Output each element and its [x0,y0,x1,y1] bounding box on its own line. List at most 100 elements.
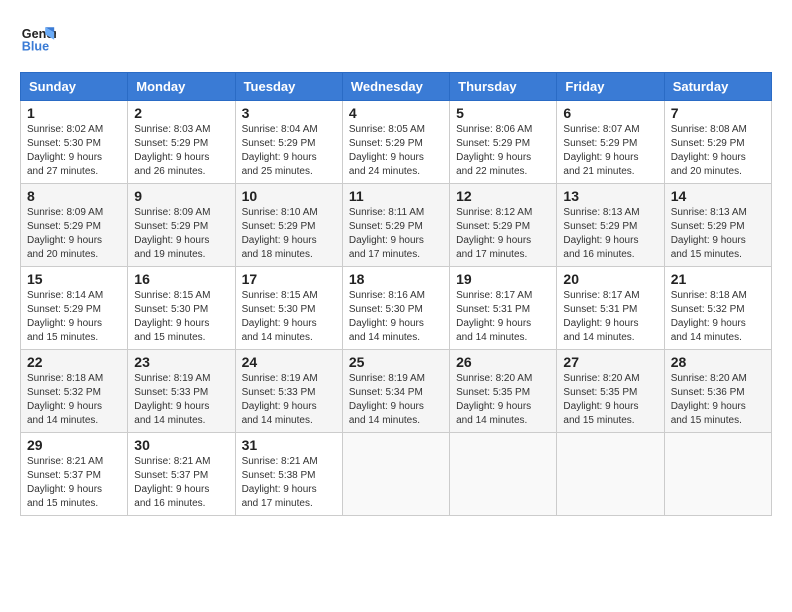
day-number: 26 [456,354,550,370]
day-info: Sunrise: 8:13 AM Sunset: 5:29 PM Dayligh… [563,206,657,262]
day-info: Sunrise: 8:07 AM Sunset: 5:29 PM Dayligh… [563,123,657,179]
calendar-cell: 6 Sunrise: 8:07 AM Sunset: 5:29 PM Dayli… [557,101,664,184]
calendar-cell: 10 Sunrise: 8:10 AM Sunset: 5:29 PM Dayl… [235,184,342,267]
day-number: 30 [134,437,228,453]
calendar-cell: 31 Sunrise: 8:21 AM Sunset: 5:38 PM Dayl… [235,433,342,516]
day-number: 9 [134,188,228,204]
day-number: 15 [27,271,121,287]
calendar-cell: 29 Sunrise: 8:21 AM Sunset: 5:37 PM Dayl… [21,433,128,516]
day-number: 28 [671,354,765,370]
day-info: Sunrise: 8:08 AM Sunset: 5:29 PM Dayligh… [671,123,765,179]
day-info: Sunrise: 8:19 AM Sunset: 5:33 PM Dayligh… [242,372,336,428]
day-number: 4 [349,105,443,121]
day-number: 21 [671,271,765,287]
day-info: Sunrise: 8:20 AM Sunset: 5:36 PM Dayligh… [671,372,765,428]
day-number: 12 [456,188,550,204]
calendar-cell: 22 Sunrise: 8:18 AM Sunset: 5:32 PM Dayl… [21,350,128,433]
week-row-1: 1 Sunrise: 8:02 AM Sunset: 5:30 PM Dayli… [21,101,772,184]
calendar-cell: 17 Sunrise: 8:15 AM Sunset: 5:30 PM Dayl… [235,267,342,350]
day-info: Sunrise: 8:02 AM Sunset: 5:30 PM Dayligh… [27,123,121,179]
day-info: Sunrise: 8:06 AM Sunset: 5:29 PM Dayligh… [456,123,550,179]
calendar-cell: 16 Sunrise: 8:15 AM Sunset: 5:30 PM Dayl… [128,267,235,350]
day-info: Sunrise: 8:14 AM Sunset: 5:29 PM Dayligh… [27,289,121,345]
day-info: Sunrise: 8:21 AM Sunset: 5:38 PM Dayligh… [242,455,336,511]
day-info: Sunrise: 8:11 AM Sunset: 5:29 PM Dayligh… [349,206,443,262]
calendar-cell: 28 Sunrise: 8:20 AM Sunset: 5:36 PM Dayl… [664,350,771,433]
day-number: 7 [671,105,765,121]
week-row-5: 29 Sunrise: 8:21 AM Sunset: 5:37 PM Dayl… [21,433,772,516]
calendar-cell [664,433,771,516]
week-row-3: 15 Sunrise: 8:14 AM Sunset: 5:29 PM Dayl… [21,267,772,350]
week-row-4: 22 Sunrise: 8:18 AM Sunset: 5:32 PM Dayl… [21,350,772,433]
calendar-cell: 3 Sunrise: 8:04 AM Sunset: 5:29 PM Dayli… [235,101,342,184]
day-info: Sunrise: 8:03 AM Sunset: 5:29 PM Dayligh… [134,123,228,179]
day-info: Sunrise: 8:18 AM Sunset: 5:32 PM Dayligh… [671,289,765,345]
day-info: Sunrise: 8:21 AM Sunset: 5:37 PM Dayligh… [134,455,228,511]
day-number: 17 [242,271,336,287]
day-number: 2 [134,105,228,121]
calendar-cell: 19 Sunrise: 8:17 AM Sunset: 5:31 PM Dayl… [450,267,557,350]
calendar-cell: 25 Sunrise: 8:19 AM Sunset: 5:34 PM Dayl… [342,350,449,433]
calendar-cell: 24 Sunrise: 8:19 AM Sunset: 5:33 PM Dayl… [235,350,342,433]
day-info: Sunrise: 8:21 AM Sunset: 5:37 PM Dayligh… [27,455,121,511]
day-number: 11 [349,188,443,204]
day-number: 19 [456,271,550,287]
day-info: Sunrise: 8:19 AM Sunset: 5:34 PM Dayligh… [349,372,443,428]
calendar-cell: 30 Sunrise: 8:21 AM Sunset: 5:37 PM Dayl… [128,433,235,516]
day-number: 18 [349,271,443,287]
day-info: Sunrise: 8:10 AM Sunset: 5:29 PM Dayligh… [242,206,336,262]
calendar-cell [450,433,557,516]
day-number: 1 [27,105,121,121]
calendar-cell: 14 Sunrise: 8:13 AM Sunset: 5:29 PM Dayl… [664,184,771,267]
day-info: Sunrise: 8:04 AM Sunset: 5:29 PM Dayligh… [242,123,336,179]
day-info: Sunrise: 8:09 AM Sunset: 5:29 PM Dayligh… [134,206,228,262]
calendar-cell: 15 Sunrise: 8:14 AM Sunset: 5:29 PM Dayl… [21,267,128,350]
logo-icon: General Blue [20,20,56,56]
calendar-cell: 4 Sunrise: 8:05 AM Sunset: 5:29 PM Dayli… [342,101,449,184]
day-info: Sunrise: 8:15 AM Sunset: 5:30 PM Dayligh… [242,289,336,345]
calendar-cell: 7 Sunrise: 8:08 AM Sunset: 5:29 PM Dayli… [664,101,771,184]
day-number: 5 [456,105,550,121]
day-info: Sunrise: 8:17 AM Sunset: 5:31 PM Dayligh… [456,289,550,345]
calendar-cell: 2 Sunrise: 8:03 AM Sunset: 5:29 PM Dayli… [128,101,235,184]
week-row-2: 8 Sunrise: 8:09 AM Sunset: 5:29 PM Dayli… [21,184,772,267]
day-info: Sunrise: 8:20 AM Sunset: 5:35 PM Dayligh… [563,372,657,428]
calendar-cell: 5 Sunrise: 8:06 AM Sunset: 5:29 PM Dayli… [450,101,557,184]
day-info: Sunrise: 8:15 AM Sunset: 5:30 PM Dayligh… [134,289,228,345]
calendar-cell [557,433,664,516]
day-info: Sunrise: 8:05 AM Sunset: 5:29 PM Dayligh… [349,123,443,179]
calendar-cell: 23 Sunrise: 8:19 AM Sunset: 5:33 PM Dayl… [128,350,235,433]
calendar-cell: 11 Sunrise: 8:11 AM Sunset: 5:29 PM Dayl… [342,184,449,267]
day-info: Sunrise: 8:09 AM Sunset: 5:29 PM Dayligh… [27,206,121,262]
day-number: 3 [242,105,336,121]
day-info: Sunrise: 8:12 AM Sunset: 5:29 PM Dayligh… [456,206,550,262]
day-info: Sunrise: 8:19 AM Sunset: 5:33 PM Dayligh… [134,372,228,428]
day-number: 23 [134,354,228,370]
day-number: 14 [671,188,765,204]
weekday-header-saturday: Saturday [664,73,771,101]
day-number: 10 [242,188,336,204]
weekday-header-thursday: Thursday [450,73,557,101]
page-header: General Blue [20,20,772,56]
calendar-table: SundayMondayTuesdayWednesdayThursdayFrid… [20,72,772,516]
day-info: Sunrise: 8:13 AM Sunset: 5:29 PM Dayligh… [671,206,765,262]
weekday-header-sunday: Sunday [21,73,128,101]
day-info: Sunrise: 8:17 AM Sunset: 5:31 PM Dayligh… [563,289,657,345]
calendar-cell: 21 Sunrise: 8:18 AM Sunset: 5:32 PM Dayl… [664,267,771,350]
weekday-header-row: SundayMondayTuesdayWednesdayThursdayFrid… [21,73,772,101]
day-number: 8 [27,188,121,204]
calendar-cell: 9 Sunrise: 8:09 AM Sunset: 5:29 PM Dayli… [128,184,235,267]
calendar-cell: 27 Sunrise: 8:20 AM Sunset: 5:35 PM Dayl… [557,350,664,433]
calendar-cell: 8 Sunrise: 8:09 AM Sunset: 5:29 PM Dayli… [21,184,128,267]
calendar-cell: 1 Sunrise: 8:02 AM Sunset: 5:30 PM Dayli… [21,101,128,184]
calendar-cell: 13 Sunrise: 8:13 AM Sunset: 5:29 PM Dayl… [557,184,664,267]
svg-text:Blue: Blue [22,40,49,54]
day-number: 29 [27,437,121,453]
calendar-cell: 20 Sunrise: 8:17 AM Sunset: 5:31 PM Dayl… [557,267,664,350]
day-number: 6 [563,105,657,121]
weekday-header-wednesday: Wednesday [342,73,449,101]
weekday-header-monday: Monday [128,73,235,101]
calendar-cell: 12 Sunrise: 8:12 AM Sunset: 5:29 PM Dayl… [450,184,557,267]
weekday-header-tuesday: Tuesday [235,73,342,101]
day-info: Sunrise: 8:16 AM Sunset: 5:30 PM Dayligh… [349,289,443,345]
